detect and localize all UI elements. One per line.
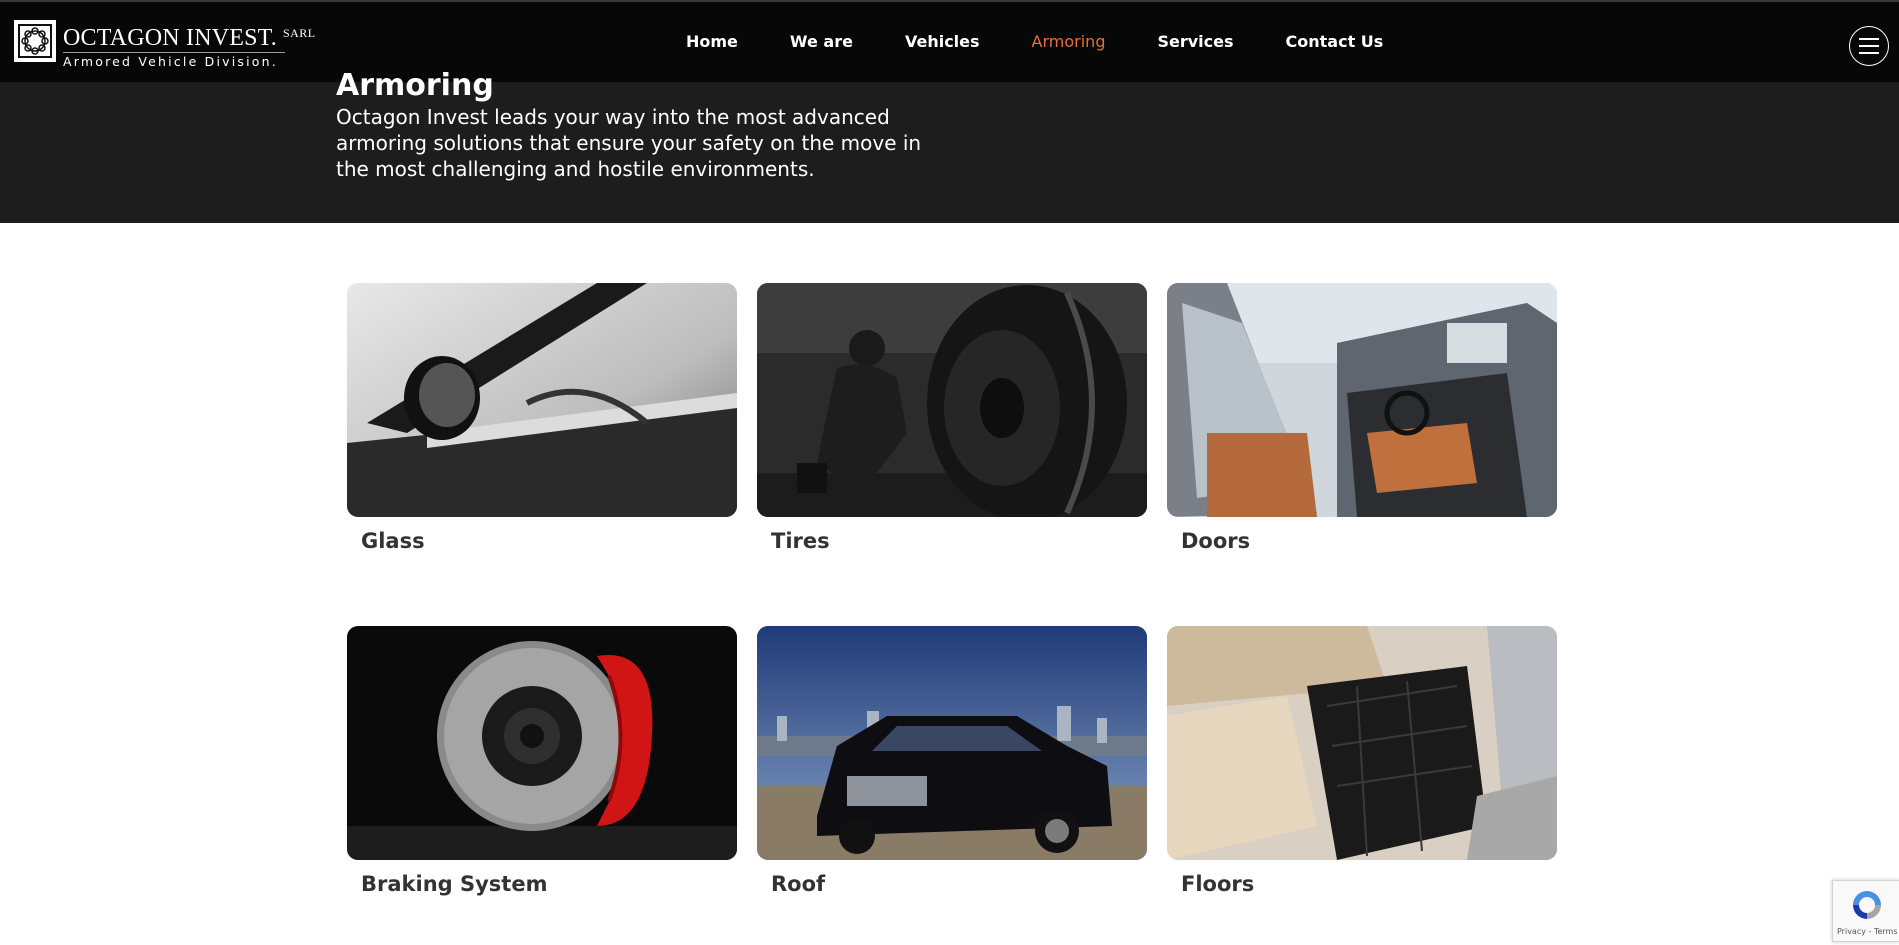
octagon-logo-icon bbox=[14, 20, 56, 62]
card-doors[interactable]: Doors bbox=[1167, 283, 1557, 555]
menu-line bbox=[1859, 52, 1879, 54]
menu-line bbox=[1859, 45, 1879, 47]
card-label-braking-system[interactable]: Braking System bbox=[361, 870, 737, 898]
hero-description: Octagon Invest leads your way into the m… bbox=[336, 105, 922, 181]
hamburger-menu-icon[interactable] bbox=[1849, 26, 1889, 66]
card-label-roof[interactable]: Roof bbox=[771, 870, 1147, 898]
card-label-floors[interactable]: Floors bbox=[1181, 870, 1557, 898]
nav-armoring[interactable]: Armoring bbox=[1032, 32, 1106, 51]
nav-we-are[interactable]: We are bbox=[790, 32, 853, 51]
nav-vehicles[interactable]: Vehicles bbox=[905, 32, 980, 51]
card-label-tires[interactable]: Tires bbox=[771, 527, 1147, 555]
roof-image[interactable] bbox=[757, 626, 1147, 860]
company-logo[interactable]: OCTAGON INVEST. SARL Armored Vehicle Divi… bbox=[14, 20, 316, 69]
logo-text: OCTAGON INVEST. SARL Armored Vehicle Divi… bbox=[63, 20, 316, 70]
logo-title: OCTAGON INVEST. SARL bbox=[63, 20, 316, 51]
glass-image[interactable] bbox=[347, 283, 737, 517]
recaptcha-links[interactable]: Privacy - Terms bbox=[1837, 927, 1898, 936]
menu-line bbox=[1859, 38, 1879, 40]
nav-services[interactable]: Services bbox=[1157, 32, 1233, 51]
card-glass[interactable]: Glass bbox=[347, 283, 737, 555]
logo-subtitle: Armored Vehicle Division. bbox=[63, 54, 278, 69]
site-header: OCTAGON INVEST. SARL Armored Vehicle Divi… bbox=[0, 0, 1899, 82]
main-navigation: Home We are Vehicles Armoring Services C… bbox=[686, 32, 1383, 51]
card-label-glass[interactable]: Glass bbox=[361, 527, 737, 555]
card-tires[interactable]: Tires bbox=[757, 283, 1147, 555]
logo-title-text: OCTAGON INVEST. bbox=[63, 25, 277, 51]
hero-section: Armoring Octagon Invest leads your way i… bbox=[0, 68, 1899, 223]
nav-home[interactable]: Home bbox=[686, 32, 738, 51]
nav-contact-us[interactable]: Contact Us bbox=[1286, 32, 1384, 51]
logo-suffix: SARL bbox=[282, 26, 316, 40]
floors-image[interactable] bbox=[1167, 626, 1557, 860]
doors-image[interactable] bbox=[1167, 283, 1557, 517]
recaptcha-icon bbox=[1853, 891, 1881, 919]
page-title: Armoring bbox=[336, 68, 494, 103]
recaptcha-badge[interactable]: Privacy - Terms bbox=[1832, 880, 1899, 942]
tires-image[interactable] bbox=[757, 283, 1147, 517]
card-roof[interactable]: Roof bbox=[757, 626, 1147, 898]
card-label-doors[interactable]: Doors bbox=[1181, 527, 1557, 555]
braking-system-image[interactable] bbox=[347, 626, 737, 860]
card-floors[interactable]: Floors bbox=[1167, 626, 1557, 898]
card-braking-system[interactable]: Braking System bbox=[347, 626, 737, 898]
